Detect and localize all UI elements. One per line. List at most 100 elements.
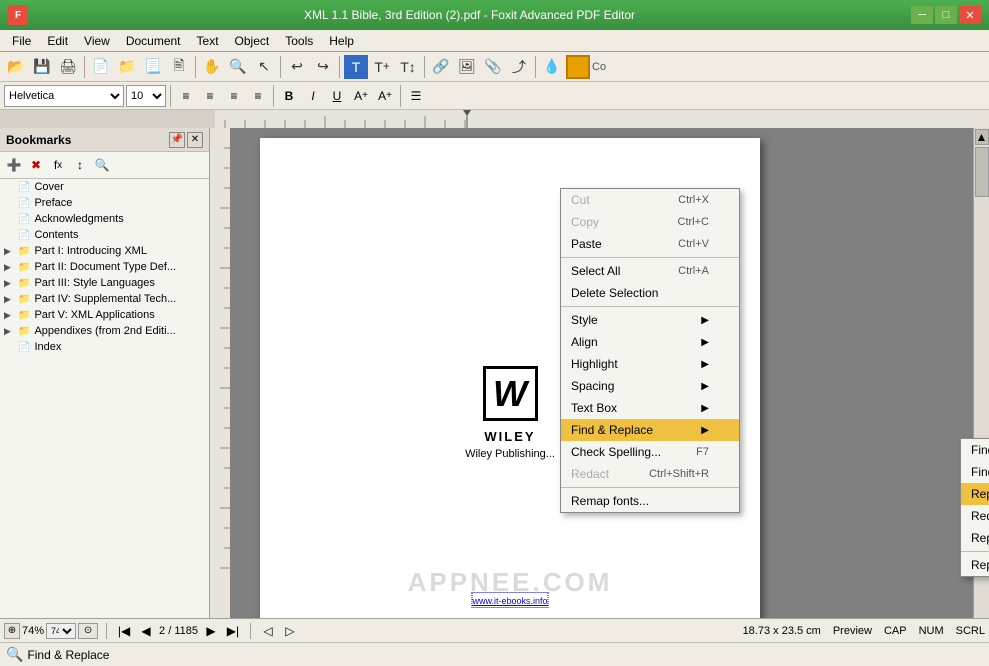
ctx-paste[interactable]: Paste Ctrl+V xyxy=(561,233,739,255)
ctx-redact2[interactable]: Redact... Ctrl+Alt+R xyxy=(961,505,989,527)
expand-icon[interactable]: ▶ xyxy=(4,262,18,273)
list-item[interactable]: 📄 Cover xyxy=(0,179,209,195)
nav-back-button[interactable]: ◁ xyxy=(259,622,277,640)
list-item[interactable]: ▶ 📁 Part III: Style Languages xyxy=(0,275,209,291)
link-button[interactable]: 🔗 xyxy=(429,55,453,79)
open2-button[interactable]: 📁 xyxy=(115,55,139,79)
ctx-replace-in-files[interactable]: Replace In Files... Ctrl+Shift+H xyxy=(961,527,989,549)
list-item[interactable]: ▶ 📁 Part I: Introducing XML xyxy=(0,243,209,259)
ctx-cut[interactable]: Cut Ctrl+X xyxy=(561,189,739,211)
list-button[interactable]: ☰ xyxy=(405,85,427,107)
subscript-button[interactable]: A+ xyxy=(374,85,396,107)
color-button[interactable] xyxy=(566,55,590,79)
scrollbar-thumb[interactable] xyxy=(975,147,989,197)
eyedropper-tool[interactable]: 💧 xyxy=(540,55,564,79)
attach-button[interactable]: 📎 xyxy=(481,55,505,79)
zoom-fit-button[interactable]: ⊙ xyxy=(78,623,98,639)
ctx-replace[interactable]: Replace... Ctrl+H xyxy=(961,483,989,505)
text-tool2[interactable]: T+ xyxy=(370,55,394,79)
menu-text[interactable]: Text xyxy=(189,32,227,50)
image-button[interactable]: 🖼 xyxy=(455,55,479,79)
align-left-button[interactable]: ≡ xyxy=(175,85,197,107)
nav-prev-button[interactable]: ◀ xyxy=(137,622,155,640)
zoom-tool[interactable]: 🔍 xyxy=(226,55,250,79)
ctx-textbox[interactable]: Text Box ▶ xyxy=(561,397,739,419)
align-right-button[interactable]: ≡ xyxy=(223,85,245,107)
maximize-button[interactable]: □ xyxy=(935,6,957,24)
expand-icon[interactable]: ▶ xyxy=(4,326,18,337)
text-tool3[interactable]: T↕ xyxy=(396,55,420,79)
expand-icon[interactable]: ▶ xyxy=(4,246,18,257)
list-item[interactable]: ▶ 📁 Part V: XML Applications xyxy=(0,307,209,323)
menu-tools[interactable]: Tools xyxy=(277,32,321,50)
ctx-highlight[interactable]: Highlight ▶ xyxy=(561,353,739,375)
nav-forward-button[interactable]: ▷ xyxy=(281,622,299,640)
hand-tool[interactable]: ✋ xyxy=(200,55,224,79)
ctx-select-all[interactable]: Select All Ctrl+A xyxy=(561,260,739,282)
ctx-spacing[interactable]: Spacing ▶ xyxy=(561,375,739,397)
menu-document[interactable]: Document xyxy=(118,32,189,50)
bm-add-button[interactable]: ➕ xyxy=(4,155,24,175)
list-item[interactable]: ▶ 📁 Part IV: Supplemental Tech... xyxy=(0,291,209,307)
ctx-align[interactable]: Align ▶ xyxy=(561,331,739,353)
minimize-button[interactable]: ─ xyxy=(911,6,933,24)
ctx-style[interactable]: Style ▶ xyxy=(561,309,739,331)
justify-button[interactable]: ≡ xyxy=(247,85,269,107)
redo-button[interactable]: ↪ xyxy=(311,55,335,79)
menu-object[interactable]: Object xyxy=(227,32,278,50)
bm-delete-button[interactable]: ✖ xyxy=(26,155,46,175)
new-button[interactable]: 📄 xyxy=(89,55,113,79)
menu-view[interactable]: View xyxy=(76,32,118,50)
ctx-delete-selection[interactable]: Delete Selection xyxy=(561,282,739,304)
menu-help[interactable]: Help xyxy=(321,32,362,50)
menu-edit[interactable]: Edit xyxy=(39,32,76,50)
ctx-find-replace[interactable]: Find & Replace ▶ xyxy=(561,419,739,441)
bm-move-button[interactable]: ↕ xyxy=(70,155,90,175)
zoom-dropdown[interactable]: 74% xyxy=(46,623,76,639)
select-tool[interactable]: ↖ xyxy=(252,55,276,79)
list-item[interactable]: 📄 Index xyxy=(0,339,209,355)
zoom-in-button[interactable]: ⊕ xyxy=(4,623,20,639)
panel-close-button[interactable]: ✕ xyxy=(187,132,203,148)
print-button[interactable]: 🖨 xyxy=(56,55,80,79)
undo-button[interactable]: ↩ xyxy=(285,55,309,79)
ctx-replace-font[interactable]: Replace Font... xyxy=(961,554,989,576)
ctx-find[interactable]: Find... Ctrl+F xyxy=(961,439,989,461)
list-item[interactable]: 📄 Contents xyxy=(0,227,209,243)
ctx-remap-fonts[interactable]: Remap fonts... xyxy=(561,490,739,512)
menu-file[interactable]: File xyxy=(4,32,39,50)
italic-button[interactable]: I xyxy=(302,85,324,107)
nav-last-button[interactable]: ▶| xyxy=(224,622,242,640)
nav-first-button[interactable]: |◀ xyxy=(115,622,133,640)
text-tool[interactable]: T xyxy=(344,55,368,79)
folder-icon: 📁 xyxy=(18,294,30,305)
ctx-find-again[interactable]: Find Again F3 xyxy=(961,461,989,483)
ctx-check-spelling[interactable]: Check Spelling... F7 xyxy=(561,441,739,463)
list-item[interactable]: ▶ 📁 Appendixes (from 2nd Editi... xyxy=(0,323,209,339)
close-button[interactable]: ✕ xyxy=(959,6,981,24)
align-center-button[interactable]: ≡ xyxy=(199,85,221,107)
bm-rename-button[interactable]: fx xyxy=(48,155,68,175)
list-item[interactable]: 📄 Acknowledgments xyxy=(0,211,209,227)
underline-button[interactable]: U xyxy=(326,85,348,107)
font-size-select[interactable]: 10 xyxy=(126,85,166,107)
doc-button[interactable]: 📃 xyxy=(141,55,165,79)
scroll-up-button[interactable]: ▲ xyxy=(975,129,989,145)
font-select[interactable]: Helvetica xyxy=(4,85,124,107)
panel-pin-button[interactable]: 📌 xyxy=(169,132,185,148)
save-button[interactable]: 💾 xyxy=(30,55,54,79)
scan-button[interactable]: 🖹 xyxy=(167,55,191,79)
stamp-button[interactable]: ⤴ xyxy=(507,55,531,79)
list-item[interactable]: 📄 Preface xyxy=(0,195,209,211)
nav-next-button[interactable]: ▶ xyxy=(202,622,220,640)
superscript-button[interactable]: A+ xyxy=(350,85,372,107)
expand-icon[interactable]: ▶ xyxy=(4,294,18,305)
ctx-redact[interactable]: Redact Ctrl+Shift+R xyxy=(561,463,739,485)
bm-search-button[interactable]: 🔍 xyxy=(92,155,112,175)
bold-button[interactable]: B xyxy=(278,85,300,107)
open-button[interactable]: 📂 xyxy=(4,55,28,79)
list-item[interactable]: ▶ 📁 Part II: Document Type Def... xyxy=(0,259,209,275)
expand-icon[interactable]: ▶ xyxy=(4,310,18,321)
expand-icon[interactable]: ▶ xyxy=(4,278,18,289)
ctx-copy[interactable]: Copy Ctrl+C xyxy=(561,211,739,233)
